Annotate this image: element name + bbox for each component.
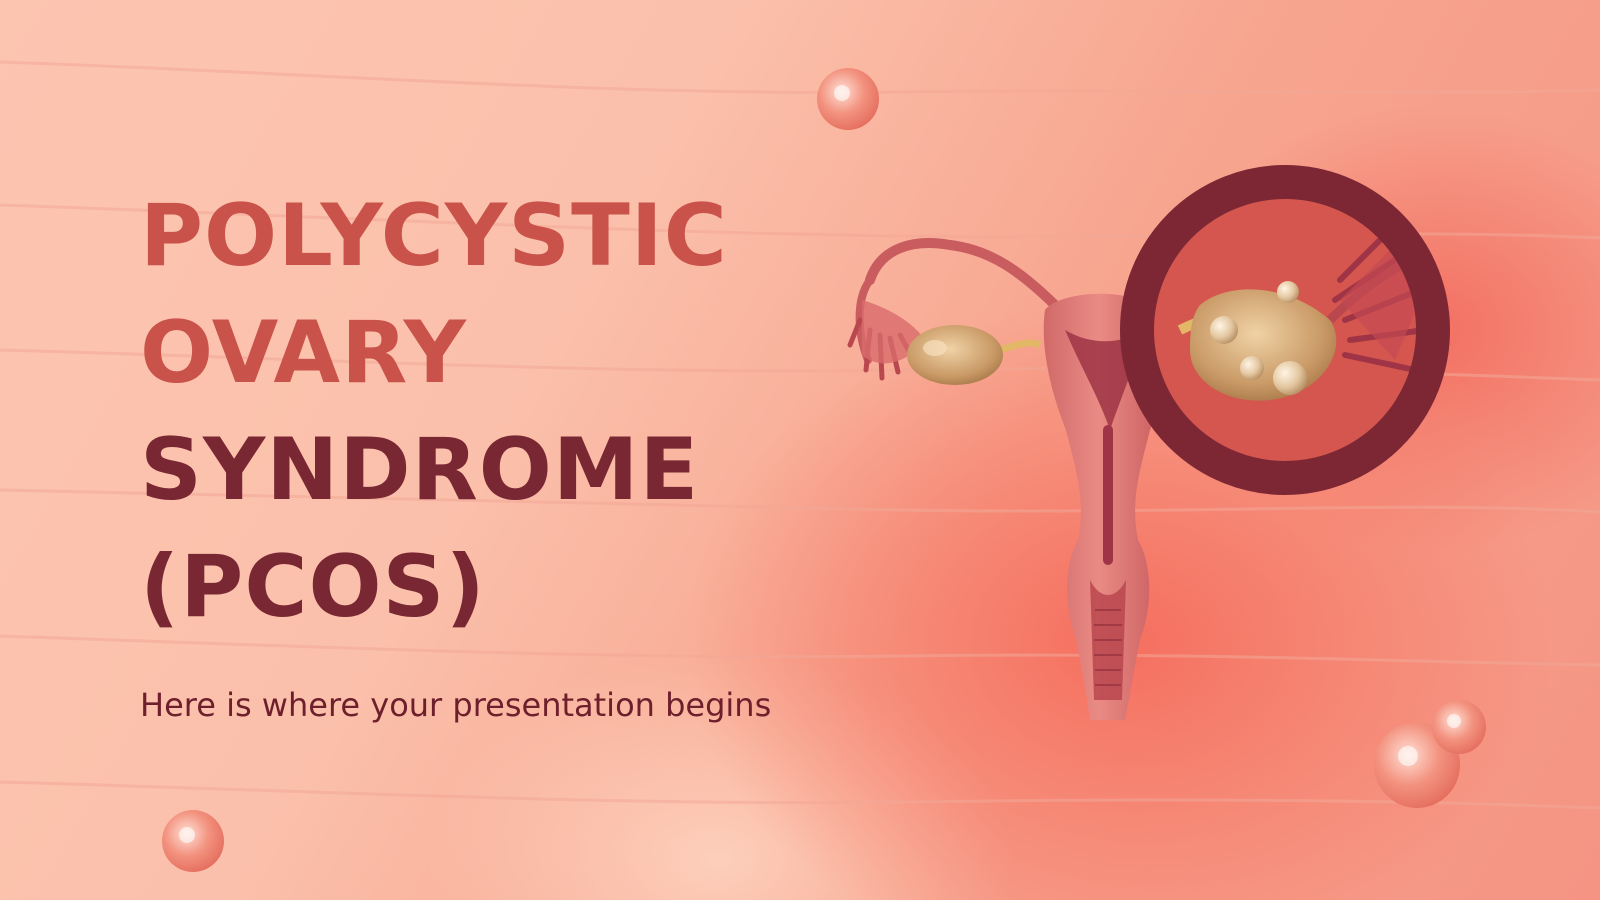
cell-bubble-icon [162, 810, 224, 872]
left-ovary [907, 325, 1042, 385]
uterus-ovaries-illustration [847, 165, 1450, 720]
cell-bubble-icon [817, 68, 879, 130]
magnifier-ovary-cysts-icon [1120, 165, 1450, 495]
cell-bubble-icon [1432, 700, 1486, 754]
